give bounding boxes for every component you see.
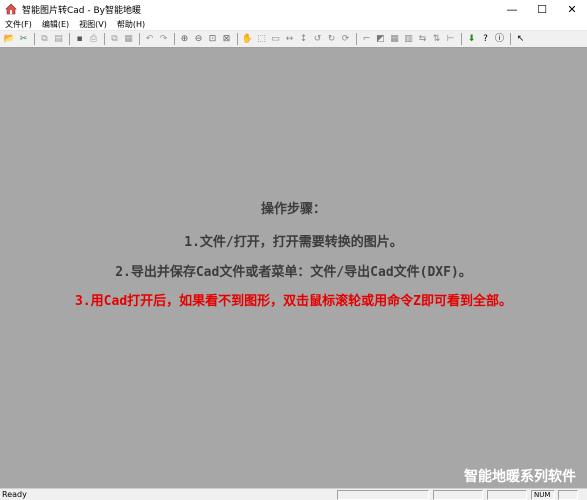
toolbar-separator	[34, 33, 35, 45]
toolbar-separator	[510, 33, 511, 45]
paste-icon[interactable]: ▤	[52, 33, 65, 46]
menu-file[interactable]: 文件(F)	[0, 18, 37, 31]
window-title: 智能图片转Cad - By智能地暖	[22, 5, 141, 16]
brand-label: 智能地暖系列软件	[464, 469, 576, 485]
title-bar: 智能图片转Cad - By智能地暖 — ☐ ✕	[0, 0, 587, 18]
menu-edit[interactable]: 编辑(E)	[37, 18, 74, 31]
move-vertical-icon[interactable]: ↕	[297, 33, 310, 46]
redo-icon[interactable]: ↷	[157, 33, 170, 46]
status-text: Ready	[2, 490, 27, 499]
layers-icon[interactable]: ▦	[122, 33, 135, 46]
instructions-heading: 操作步骤：	[260, 202, 326, 217]
undo-icon[interactable]: ↶	[143, 33, 156, 46]
toolbar: 📂 ✂ ⧉ ▤ ▪ ⎙ ⧉ ▦ ↶ ↷ ⊕ ⊖ ⊡ ⊠ ✋ ⬚ ▭ ↔ ↕ ↺ ↻ ⟳ ⌐ ◩ ▦ ▥ ⇆ ⇅ ⊢ ⬇? ⓘ ↖	[0, 31, 587, 48]
save-icon[interactable]: ▪	[73, 33, 86, 46]
toolbar-separator	[104, 33, 105, 45]
toolbar-separator	[174, 33, 175, 45]
status-panel-3	[487, 490, 527, 500]
measure-icon[interactable]: ⊢	[444, 33, 457, 46]
pan-icon[interactable]: ✋	[241, 33, 254, 46]
instruction-step-2: 2.导出并保存Cad文件或者菜单：文件/导出Cad文件(DXF)。	[115, 265, 472, 280]
maximize-button[interactable]: ☐	[527, 0, 557, 18]
grid-icon[interactable]: ▦	[388, 33, 401, 46]
download-icon[interactable]: ⬇	[465, 33, 478, 46]
status-panel-2	[433, 490, 483, 500]
status-bar: Ready NUM	[0, 488, 587, 500]
zoom-extents-icon[interactable]: ⊠	[220, 33, 233, 46]
app-icon	[4, 2, 18, 16]
minimize-button[interactable]: —	[497, 0, 527, 18]
instruction-step-1: 1.文件/打开，打开需要转换的图片。	[184, 235, 403, 250]
refresh-icon[interactable]: ⟳	[339, 33, 352, 46]
open-icon[interactable]: 📂	[3, 33, 16, 46]
copy-icon[interactable]: ⧉	[38, 33, 51, 46]
zoom-out-icon[interactable]: ⊖	[192, 33, 205, 46]
toolbar-separator	[69, 33, 70, 45]
drawing-canvas[interactable]: 操作步骤： 1.文件/打开，打开需要转换的图片。 2.导出并保存Cad文件或者菜…	[0, 48, 587, 488]
crop-icon[interactable]: ⌐	[360, 33, 373, 46]
zoom-in-icon[interactable]: ⊕	[178, 33, 191, 46]
zoom-window-icon[interactable]: ⊡	[206, 33, 219, 46]
toolbar-separator	[461, 33, 462, 45]
menu-bar: 文件(F) 编辑(E) 视图(V) 帮助(H)	[0, 18, 587, 31]
close-button[interactable]: ✕	[557, 0, 587, 18]
align-icon[interactable]: ▥	[402, 33, 415, 46]
print-icon[interactable]: ⎙	[87, 33, 100, 46]
toolbar-separator	[139, 33, 140, 45]
menu-help[interactable]: 帮助(H)	[112, 18, 150, 31]
status-panel-1	[337, 490, 429, 500]
toolbar-separator	[356, 33, 357, 45]
window-controls: — ☐ ✕	[497, 0, 587, 18]
help-icon[interactable]: ?	[479, 33, 492, 46]
duplicate-icon[interactable]: ⧉	[108, 33, 121, 46]
menu-view[interactable]: 视图(V)	[74, 18, 112, 31]
info-icon[interactable]: ⓘ	[493, 33, 506, 46]
num-lock-indicator: NUM	[531, 490, 555, 500]
context-help-icon[interactable]: ↖	[514, 33, 527, 46]
status-panel-5	[558, 490, 578, 500]
rotate-left-icon[interactable]: ↺	[311, 33, 324, 46]
move-horizontal-icon[interactable]: ↔	[283, 33, 296, 46]
select-rect-icon[interactable]: ⬚	[255, 33, 268, 46]
mirror-icon[interactable]: ⇆	[416, 33, 429, 46]
cut-icon[interactable]: ✂	[17, 33, 30, 46]
toolbar-separator	[237, 33, 238, 45]
fill-icon[interactable]: ◩	[374, 33, 387, 46]
instruction-step-3: 3.用Cad打开后，如果看不到图形，双击鼠标滚轮或用命令Z即可看到全部。	[75, 294, 512, 309]
flip-icon[interactable]: ⇅	[430, 33, 443, 46]
rotate-right-icon[interactable]: ↻	[325, 33, 338, 46]
select-window-icon[interactable]: ▭	[269, 33, 282, 46]
